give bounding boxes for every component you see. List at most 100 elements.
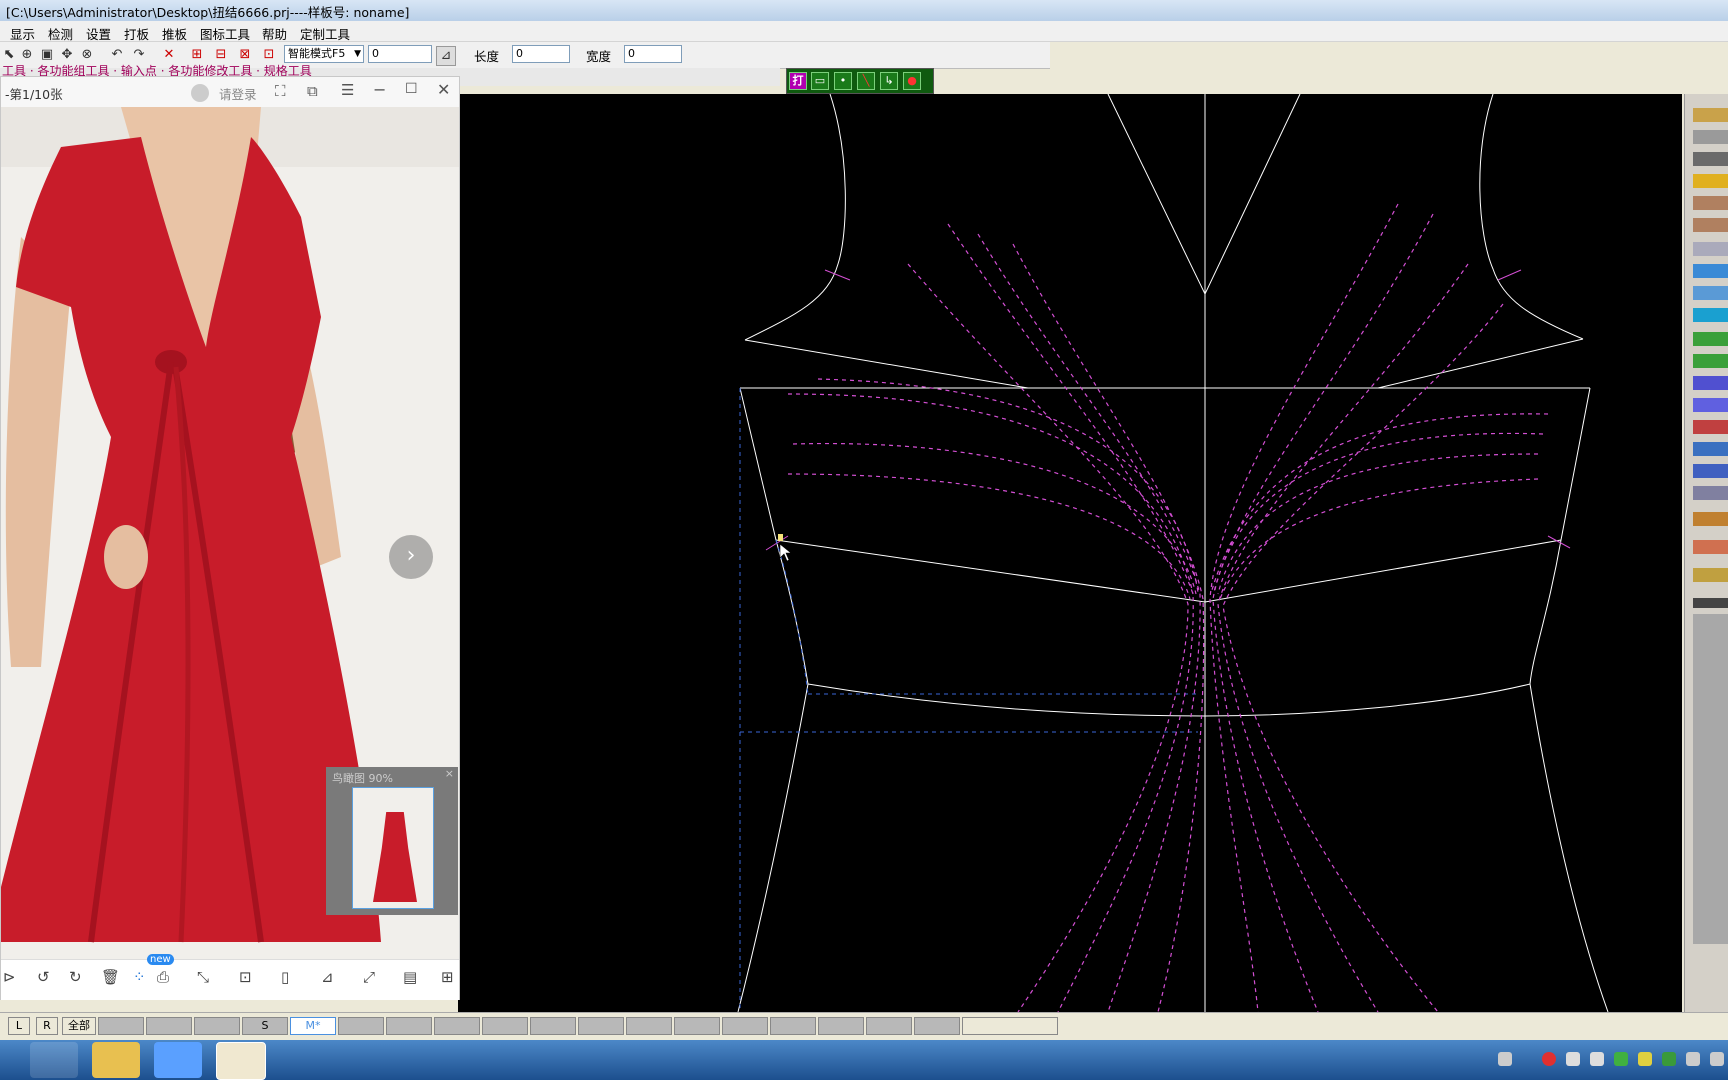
pencil-tool-icon[interactable] xyxy=(1693,108,1728,122)
seam-tool-icon[interactable] xyxy=(1693,568,1728,582)
ruler-tool-icon[interactable] xyxy=(1693,130,1728,144)
text-tool-icon[interactable] xyxy=(1693,376,1728,390)
size-cell[interactable] xyxy=(386,1017,432,1035)
size-cell[interactable] xyxy=(434,1017,480,1035)
record-tray-icon[interactable] xyxy=(1542,1052,1556,1066)
size-m-cell[interactable]: M* xyxy=(290,1017,336,1035)
menu-item-check[interactable]: 检测 xyxy=(48,24,73,43)
menu-item-pattern[interactable]: 打板 xyxy=(124,24,149,43)
size-cell[interactable] xyxy=(962,1017,1058,1035)
menu-item-help[interactable]: 帮助 xyxy=(262,24,287,43)
close-icon[interactable]: ✕ xyxy=(437,80,450,99)
print-icon[interactable]: ⎙ xyxy=(157,968,169,986)
fit-icon[interactable]: ⤡ xyxy=(197,968,209,986)
arc-tool-icon[interactable] xyxy=(1693,540,1728,554)
size-cell[interactable] xyxy=(98,1017,144,1035)
compass-tool-icon[interactable] xyxy=(1693,152,1728,166)
button-tool-icon[interactable] xyxy=(1693,464,1728,478)
record-tool-icon[interactable]: ● xyxy=(903,72,921,90)
size-cell[interactable] xyxy=(338,1017,384,1035)
menu-icon[interactable]: ☰ xyxy=(341,81,354,99)
fullscreen-icon[interactable]: ⛶ xyxy=(275,82,286,100)
menu-item-icon-tools[interactable]: 图标工具 xyxy=(200,24,250,43)
pleat-tool-icon[interactable] xyxy=(1693,354,1728,368)
size-cell[interactable] xyxy=(722,1017,768,1035)
size-cell[interactable] xyxy=(866,1017,912,1035)
size-cell[interactable] xyxy=(626,1017,672,1035)
size-cell[interactable] xyxy=(818,1017,864,1035)
rect-tool-icon[interactable]: ▭ xyxy=(811,72,829,90)
crop-icon[interactable]: ⊿ xyxy=(321,968,334,986)
width-field[interactable]: 0 xyxy=(624,45,682,63)
text-recognition-icon[interactable]: ⊞ xyxy=(441,968,454,986)
apps-icon[interactable]: ⁘ xyxy=(133,968,146,986)
file-explorer-icon[interactable] xyxy=(92,1042,140,1078)
rotate-left-icon[interactable]: ↺ xyxy=(37,968,50,986)
add-tray-icon[interactable] xyxy=(1638,1052,1652,1066)
baidu-netdisk-icon[interactable] xyxy=(30,1042,78,1078)
rotate-tool-icon[interactable] xyxy=(1693,420,1728,434)
menu-item-display[interactable]: 显示 xyxy=(10,24,35,43)
dart-tool-icon[interactable] xyxy=(1693,332,1728,346)
size-cell[interactable] xyxy=(530,1017,576,1035)
size-r-button[interactable]: R xyxy=(36,1017,58,1035)
file-icon[interactable]: ▯ xyxy=(281,968,289,986)
menu-item-grading[interactable]: 推板 xyxy=(162,24,187,43)
straight-ruler-icon[interactable] xyxy=(1693,218,1728,232)
move-tool-icon[interactable] xyxy=(1693,308,1728,322)
menu-item-custom-tools[interactable]: 定制工具 xyxy=(300,24,350,43)
thumbnail-image[interactable] xyxy=(352,787,434,909)
cloud-app-icon[interactable] xyxy=(154,1042,202,1078)
draft-mode-button[interactable]: 打 xyxy=(789,72,807,90)
size-cell[interactable] xyxy=(482,1017,528,1035)
network-tray-icon[interactable] xyxy=(1566,1052,1580,1066)
scan-icon[interactable]: ▤ xyxy=(403,968,417,986)
pattern-canvas[interactable] xyxy=(458,94,1682,1012)
size-cell[interactable] xyxy=(914,1017,960,1035)
curve-ruler-icon[interactable] xyxy=(1693,196,1728,210)
size-cell[interactable] xyxy=(194,1017,240,1035)
next-image-button[interactable]: › xyxy=(389,535,433,579)
volume-tray-icon[interactable] xyxy=(1686,1052,1700,1066)
cad-app-icon[interactable] xyxy=(216,1042,266,1080)
line-tool-icon[interactable]: ╲ xyxy=(857,72,875,90)
size-cell[interactable] xyxy=(770,1017,816,1035)
size-cell[interactable] xyxy=(146,1017,192,1035)
actual-size-icon[interactable]: ⊡ xyxy=(239,968,252,986)
tape-tool-icon[interactable] xyxy=(1693,174,1728,188)
mode-select[interactable]: 智能模式F5 ▼ xyxy=(284,45,364,63)
size-cell[interactable] xyxy=(674,1017,720,1035)
speaker-tray-icon[interactable] xyxy=(1710,1052,1724,1066)
size-l-button[interactable]: L xyxy=(8,1017,30,1035)
keyboard-tray-icon[interactable] xyxy=(1498,1052,1512,1066)
corner-tool-icon[interactable]: ↳ xyxy=(880,72,898,90)
scissors-tool-icon[interactable] xyxy=(1693,264,1728,278)
fraction-tool-icon[interactable] xyxy=(1693,486,1728,500)
angle-tool-icon[interactable] xyxy=(1693,242,1728,256)
value-field[interactable]: 0 xyxy=(368,45,432,63)
point-tool-icon[interactable]: • xyxy=(834,72,852,90)
expand-icon[interactable]: ⤢ xyxy=(363,968,375,986)
minimize-icon[interactable]: − xyxy=(373,80,386,99)
security-tray-icon[interactable] xyxy=(1614,1052,1628,1066)
maximize-icon[interactable]: ☐ xyxy=(405,81,418,97)
delete-icon[interactable]: 🗑 xyxy=(101,968,120,986)
login-link[interactable]: 请登录 xyxy=(219,84,257,103)
gpu-tray-icon[interactable] xyxy=(1662,1052,1676,1066)
measure-icon[interactable]: ⊿ xyxy=(436,46,456,66)
rotate-right-icon[interactable]: ↻ xyxy=(69,968,82,986)
hinge-tool-icon[interactable] xyxy=(1693,512,1728,526)
display-tray-icon[interactable] xyxy=(1590,1052,1604,1066)
size-s-cell[interactable]: S xyxy=(242,1017,288,1035)
length-field[interactable]: 0 xyxy=(512,45,570,63)
menu-item-settings[interactable]: 设置 xyxy=(86,24,111,43)
size-cell[interactable] xyxy=(578,1017,624,1035)
avatar[interactable] xyxy=(191,84,209,102)
play-icon[interactable]: ⊳ xyxy=(3,968,16,986)
mirror-tool-icon[interactable] xyxy=(1693,442,1728,456)
pin-icon[interactable]: ⧉ xyxy=(307,82,318,100)
size-all-button[interactable]: 全部 xyxy=(62,1017,96,1035)
grade-tool-icon[interactable] xyxy=(1693,398,1728,412)
thumbnail-close-icon[interactable]: × xyxy=(445,767,454,780)
pen-tool-icon[interactable] xyxy=(1693,286,1728,300)
